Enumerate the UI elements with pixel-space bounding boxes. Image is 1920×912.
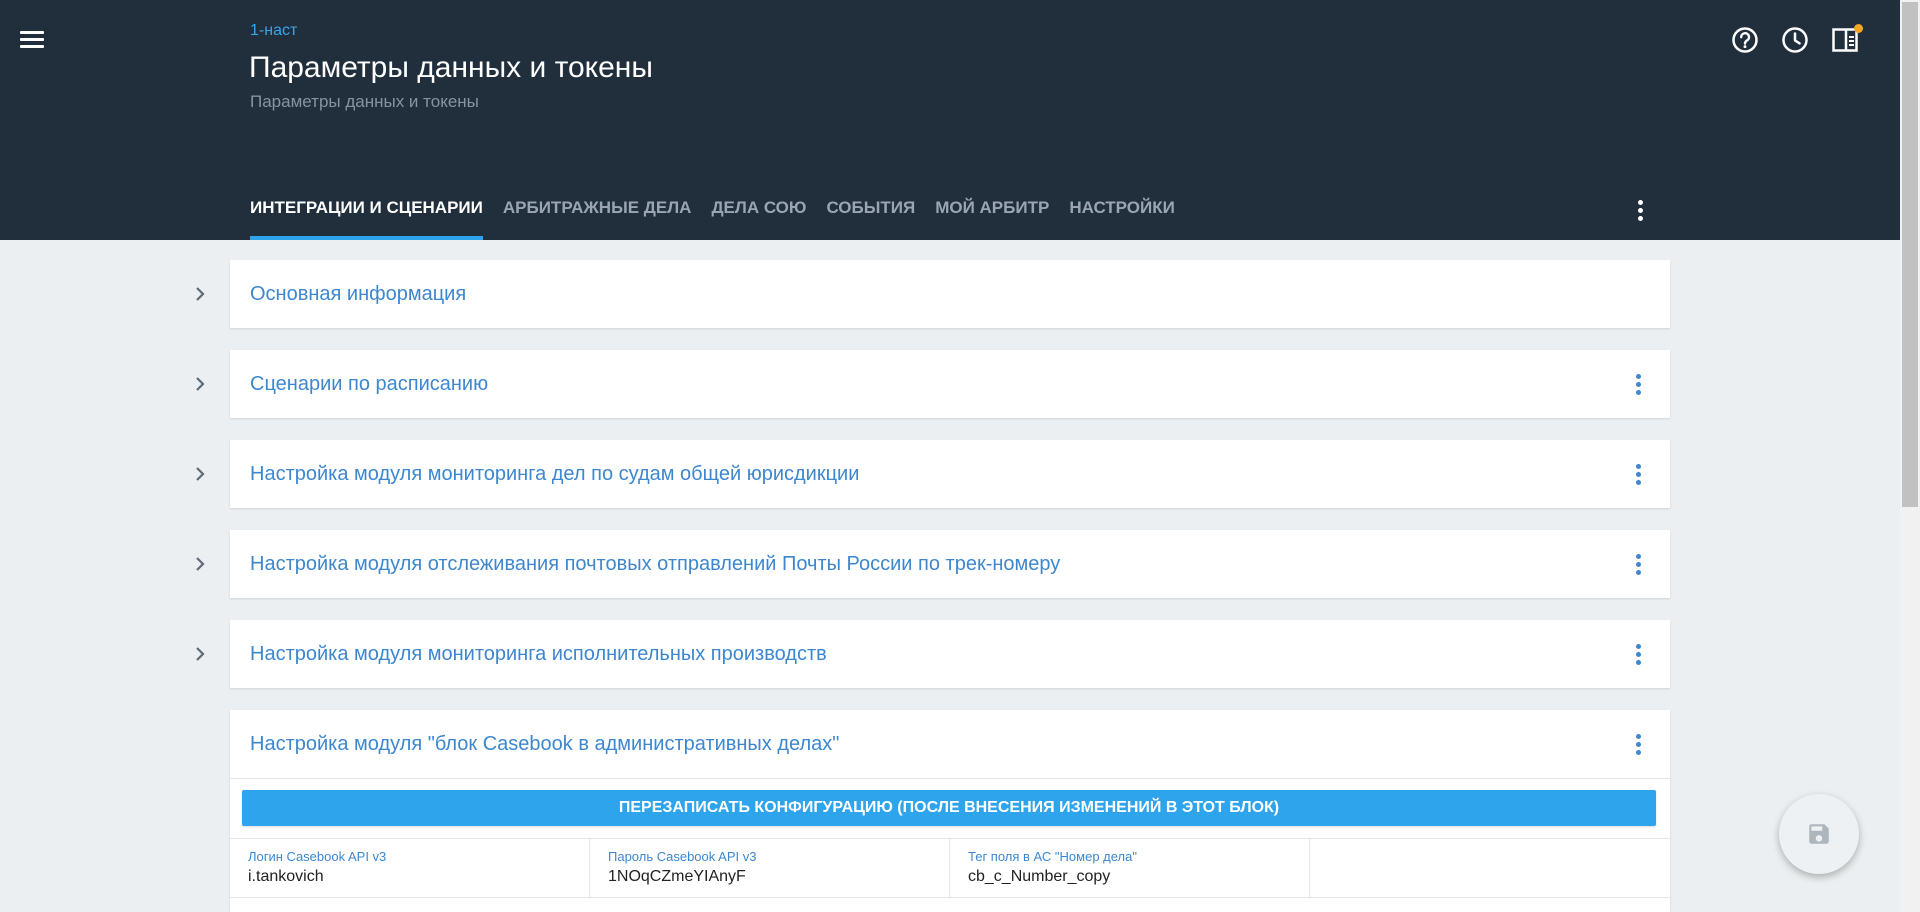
scrollbar[interactable] (1900, 0, 1920, 912)
rewrite-config-button[interactable]: ПЕРЕЗАПИСАТЬ КОНФИГУРАЦИЮ (ПОСЛЕ ВНЕСЕНИ… (242, 790, 1656, 826)
case-number-tag-input[interactable] (968, 868, 1291, 886)
chevron-right-icon[interactable] (190, 284, 210, 304)
config-fields: Логин Casebook API v3 Пароль Casebook AP… (230, 838, 1670, 898)
page-subtitle: Параметры данных и токены (250, 92, 479, 111)
divider (230, 778, 1670, 779)
casebook-login-input[interactable] (248, 868, 571, 886)
tab-general-court-cases[interactable]: ДЕЛА СОЮ (711, 196, 806, 240)
more-vert-icon[interactable] (1624, 730, 1652, 758)
more-vert-icon[interactable] (1624, 370, 1652, 398)
notification-dot (1854, 24, 1863, 33)
section-post-tracking: Настройка модуля отслеживания почтовых о… (230, 530, 1670, 598)
field-label: Тег поля в АС "Номер дела" (968, 849, 1137, 864)
tab-my-arbiter[interactable]: МОЙ АРБИТР (935, 196, 1049, 240)
section-title[interactable]: Настройка модуля "блок Casebook в админи… (250, 710, 839, 778)
section-title[interactable]: Сценарии по расписанию (250, 350, 488, 418)
section-title[interactable]: Настройка модуля мониторинга исполнитель… (250, 620, 827, 688)
save-icon (1809, 824, 1829, 844)
save-button[interactable] (1779, 794, 1859, 874)
section-general-court-monitoring: Настройка модуля мониторинга дел по суда… (230, 440, 1670, 508)
tab-settings[interactable]: НАСТРОЙКИ (1069, 196, 1175, 240)
section-title[interactable]: Настройка модуля мониторинга дел по суда… (250, 440, 859, 508)
more-vert-icon[interactable] (1626, 196, 1654, 224)
chevron-right-icon[interactable] (190, 644, 210, 664)
chevron-right-icon[interactable] (190, 374, 210, 394)
section-title[interactable]: Основная информация (250, 260, 466, 328)
scrollbar-thumb[interactable] (1902, 2, 1918, 507)
tab-integrations[interactable]: ИНТЕГРАЦИИ И СЦЕНАРИИ (250, 196, 483, 240)
section-scheduled-scenarios: Сценарии по расписанию (230, 350, 1670, 418)
tab-events[interactable]: СОБЫТИЯ (826, 196, 915, 240)
more-vert-icon[interactable] (1624, 460, 1652, 488)
panel-icon[interactable] (1830, 24, 1863, 55)
field-label: Логин Casebook API v3 (248, 849, 387, 864)
tab-bar: ИНТЕГРАЦИИ И СЦЕНАРИИ АРБИТРАЖНЫЕ ДЕЛА Д… (250, 196, 1195, 240)
casebook-login-field[interactable]: Логин Casebook API v3 (230, 839, 590, 898)
chevron-right-icon[interactable] (190, 554, 210, 574)
field-label: Пароль Casebook API v3 (608, 849, 757, 864)
help-icon[interactable] (1730, 25, 1760, 55)
page-title: Параметры данных и токены (249, 51, 653, 84)
casebook-password-input[interactable] (608, 868, 931, 886)
chevron-right-icon[interactable] (190, 464, 210, 484)
section-main-info: Основная информация (230, 260, 1670, 328)
app-header: 1-наст Параметры данных и токены Парамет… (0, 0, 1900, 240)
more-vert-icon[interactable] (1624, 550, 1652, 578)
section-casebook-admin: Настройка модуля "блок Casebook в админи… (230, 710, 1670, 912)
empty-field (1310, 839, 1670, 898)
section-title[interactable]: Настройка модуля отслеживания почтовых о… (250, 530, 1060, 598)
menu-icon[interactable] (20, 28, 46, 52)
breadcrumb[interactable]: 1-наст (250, 22, 297, 40)
casebook-password-field[interactable]: Пароль Casebook API v3 (590, 839, 950, 898)
case-number-tag-field[interactable]: Тег поля в АС "Номер дела" (950, 839, 1310, 898)
more-vert-icon[interactable] (1624, 640, 1652, 668)
history-icon[interactable] (1780, 25, 1810, 55)
header-actions (1710, 24, 1863, 55)
tab-arbitration-cases[interactable]: АРБИТРАЖНЫЕ ДЕЛА (503, 196, 692, 240)
section-enforcement-monitoring: Настройка модуля мониторинга исполнитель… (230, 620, 1670, 688)
